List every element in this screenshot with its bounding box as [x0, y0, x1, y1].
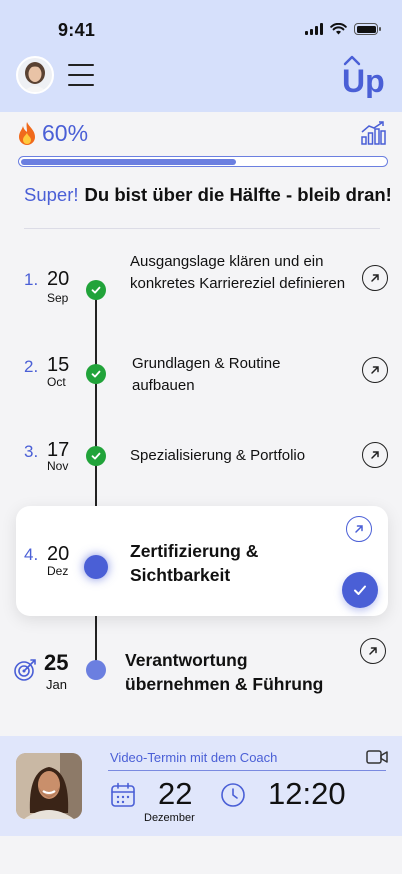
appointment-time: 12:20 [268, 776, 346, 811]
video-camera-icon[interactable] [366, 749, 388, 765]
wifi-icon [330, 23, 347, 35]
status-icons [305, 23, 381, 35]
step-number: 2. [24, 357, 39, 376]
check-icon [86, 280, 106, 300]
clock-icon [221, 783, 245, 807]
check-icon [86, 364, 106, 384]
arrow-up-right-icon [371, 451, 379, 459]
motivation-highlight: Super! [24, 184, 79, 205]
menu-button[interactable] [68, 64, 94, 86]
step-title: Zertifizierung & Sichtbarkeit [130, 541, 259, 585]
step-day: 20 [47, 543, 70, 565]
open-step-button[interactable] [362, 265, 388, 291]
fire-icon [19, 121, 35, 145]
step-day: 20 [47, 268, 70, 290]
open-step-button[interactable] [362, 357, 388, 383]
calendar-icon [111, 782, 135, 807]
motivation-message: Super! Du bist über die Hälfte - bleib dr… [24, 184, 392, 206]
step-title: Spezialisierung & Portfolio [130, 447, 306, 464]
target-icon [14, 659, 36, 681]
step-number: 1. [24, 270, 39, 289]
coach-appointment-title: Video-Termin mit dem Coach [110, 750, 278, 765]
active-step-dot [84, 555, 108, 579]
complete-step-button[interactable] [342, 572, 378, 608]
progress-bar-fill [20, 158, 236, 165]
step-month: Jan [46, 677, 67, 692]
future-step-dot [86, 660, 106, 680]
arrow-up-right-icon [355, 525, 363, 533]
open-step-button[interactable] [362, 442, 388, 468]
step-number: 3. [24, 442, 39, 461]
step-title: Grundlagen & Routine aufbauen [132, 355, 281, 394]
coach-photo [16, 753, 82, 819]
step-title: Ausgangslage klären und ein konkretes Ka… [130, 253, 346, 292]
step-month: Sep [47, 291, 69, 305]
app-header: 9:41 Up [0, 0, 402, 112]
open-step-button[interactable] [360, 638, 386, 664]
status-time: 9:41 [58, 20, 96, 40]
step-day: 25 [44, 650, 69, 675]
step-number: 4. [24, 545, 39, 564]
check-icon [86, 446, 106, 466]
app-logo[interactable]: Up [340, 52, 386, 98]
arrow-up-right-icon [371, 274, 379, 282]
check-icon [354, 585, 366, 595]
step-month: Oct [47, 375, 66, 389]
progress-bar [18, 156, 388, 167]
progress-percent: 60% [42, 120, 89, 146]
step-month: Dez [47, 564, 69, 578]
arrow-up-right-icon [371, 366, 379, 374]
battery-icon [354, 23, 381, 35]
hamburger-icon [68, 64, 94, 66]
divider [108, 770, 386, 771]
motivation-text: Du bist über die Hälfte - bleib dran! [84, 184, 392, 205]
progress-summary: 60% [16, 120, 88, 147]
growth-chart-icon[interactable] [360, 120, 386, 146]
appointment-month: Dezember [144, 812, 195, 824]
svg-text:Up: Up [342, 63, 385, 98]
user-avatar[interactable] [16, 56, 54, 94]
divider [24, 228, 380, 229]
step-month: Nov [47, 459, 69, 473]
step-title: Verantwortung übernehmen & Führung [125, 650, 324, 694]
appointment-day: 22 [158, 776, 193, 811]
step-day: 15 [47, 354, 70, 376]
open-step-button[interactable] [346, 516, 372, 542]
signal-icon [305, 23, 323, 35]
arrow-up-right-icon [369, 647, 377, 655]
coach-appointment-panel[interactable]: Video-Termin mit dem Coach 22 Dezember 1… [0, 736, 402, 836]
step-day: 17 [47, 439, 70, 461]
